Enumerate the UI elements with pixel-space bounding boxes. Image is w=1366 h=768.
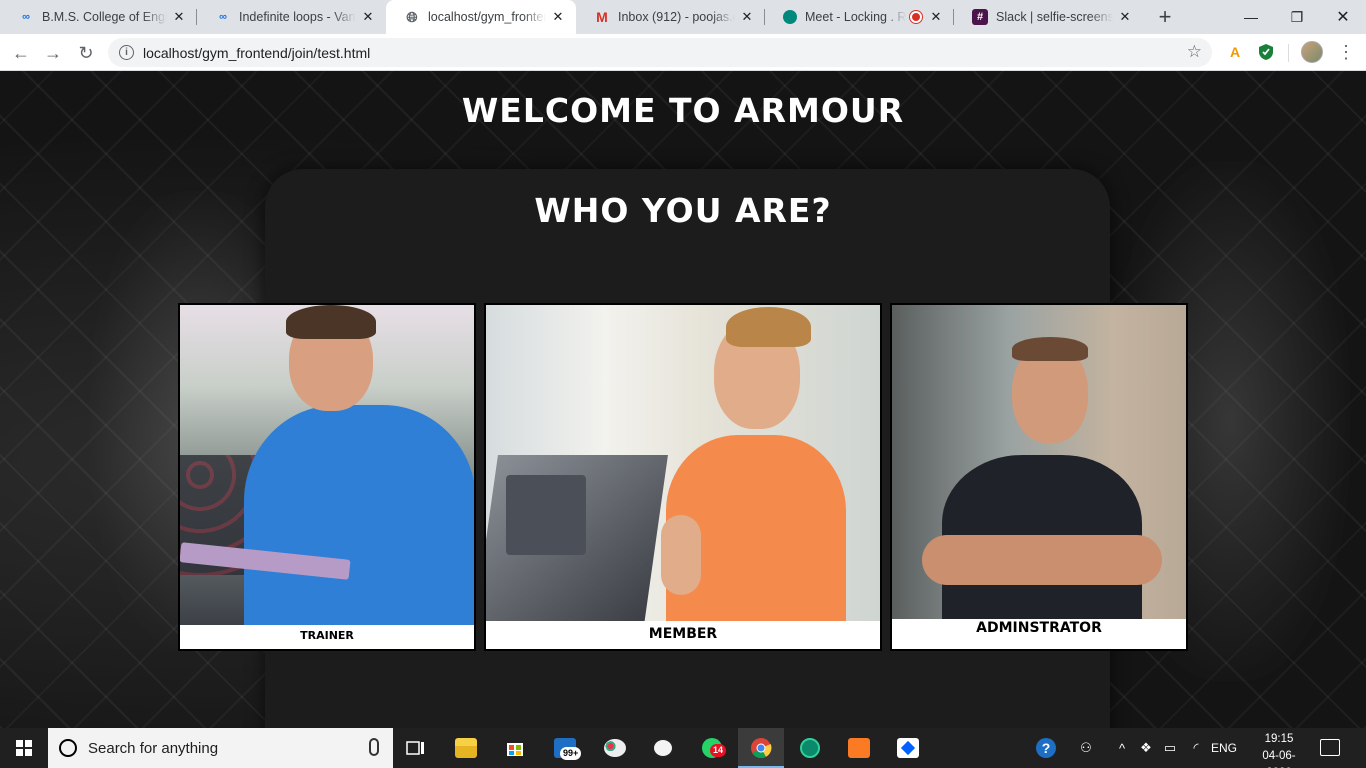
menu-icon[interactable]: ⋮ bbox=[1336, 40, 1356, 64]
tab-indefinite-loops[interactable]: ∞ Indefinite loops - Vanderbilt ✕ bbox=[197, 0, 386, 34]
paint-icon[interactable] bbox=[600, 734, 630, 762]
close-window-button[interactable]: ✕ bbox=[1320, 0, 1366, 34]
battery-icon[interactable]: ▭ bbox=[1160, 728, 1180, 768]
tab-slack[interactable]: # Slack | selfie-screenshot ✕ bbox=[954, 0, 1143, 34]
forward-button[interactable]: → bbox=[39, 39, 67, 67]
back-button[interactable]: ← bbox=[7, 39, 35, 67]
file-explorer-icon[interactable] bbox=[451, 734, 481, 762]
administrator-photo bbox=[892, 305, 1186, 625]
trainer-photo bbox=[180, 305, 474, 645]
store-icon[interactable] bbox=[500, 734, 530, 762]
page-viewport: WELCOME TO ARMOUR WHO YOU ARE? TRAINER M… bbox=[0, 71, 1366, 728]
tab-title: Slack | selfie-screenshot bbox=[996, 10, 1113, 24]
bookmark-star-icon[interactable]: ☆ bbox=[1187, 42, 1202, 62]
tab-strip: ∞ B.M.S. College of Engineering ✕ ∞ Inde… bbox=[0, 0, 1366, 34]
tab-title: Inbox (912) - poojas.cs18 bbox=[618, 10, 735, 24]
dropbox-tray-icon[interactable]: ❖ bbox=[1137, 728, 1155, 768]
wifi-icon[interactable]: ◜ bbox=[1186, 728, 1206, 768]
link-icon: ∞ bbox=[22, 11, 30, 23]
profile-avatar[interactable] bbox=[1301, 41, 1323, 63]
chrome-icon[interactable] bbox=[738, 728, 784, 768]
trainer-card[interactable]: TRAINER bbox=[178, 303, 476, 651]
close-tab-icon[interactable]: ✕ bbox=[1117, 9, 1133, 25]
tab-title: localhost/gym_frontend/join/test.html bbox=[428, 10, 546, 24]
globe-icon: 🌐︎ bbox=[406, 8, 418, 25]
windows-logo-icon bbox=[16, 740, 32, 756]
administrator-label: ADMINSTRATOR bbox=[892, 619, 1186, 649]
help-icon[interactable]: ? bbox=[1033, 728, 1059, 768]
tab-title: Indefinite loops - Vanderbilt bbox=[239, 10, 356, 24]
url-text: localhost/gym_frontend/join/test.html bbox=[143, 44, 371, 61]
dropbox-icon[interactable] bbox=[893, 734, 923, 762]
mail-badge: 99+ bbox=[560, 747, 582, 760]
close-tab-icon[interactable]: ✕ bbox=[928, 9, 944, 25]
shield-extension-icon[interactable] bbox=[1256, 42, 1276, 62]
clock-time: 19:15 bbox=[1264, 733, 1294, 745]
cortana-icon bbox=[59, 739, 77, 757]
close-tab-icon[interactable]: ✕ bbox=[739, 9, 755, 25]
taskbar-search[interactable]: Search for anything bbox=[48, 728, 393, 768]
xampp-icon[interactable] bbox=[844, 734, 874, 762]
address-bar[interactable]: i localhost/gym_frontend/join/test.html … bbox=[108, 38, 1212, 67]
start-button[interactable] bbox=[0, 728, 48, 768]
close-tab-icon[interactable]: ✕ bbox=[360, 9, 376, 25]
site-info-icon[interactable]: i bbox=[119, 45, 134, 60]
mail-icon[interactable]: 99+ bbox=[550, 734, 582, 762]
reload-button[interactable]: ↻ bbox=[72, 39, 100, 67]
close-tab-icon[interactable]: ✕ bbox=[171, 9, 187, 25]
whatsapp-badge: 14 bbox=[710, 744, 727, 757]
minimize-button[interactable]: — bbox=[1228, 0, 1274, 34]
whatsapp-icon[interactable]: 14 bbox=[697, 734, 727, 762]
clock-date: 04-06-2020 bbox=[1262, 750, 1296, 768]
tab-localhost[interactable]: 🌐︎ localhost/gym_frontend/join/test.html… bbox=[386, 0, 576, 34]
meet-icon bbox=[783, 10, 797, 24]
member-photo bbox=[486, 305, 880, 625]
tab-title: B.M.S. College of Engineering bbox=[42, 10, 167, 24]
trainer-label: TRAINER bbox=[180, 625, 474, 649]
clock[interactable]: 19:15 04-06-2020 bbox=[1256, 731, 1302, 768]
microphone-icon[interactable] bbox=[369, 738, 379, 756]
member-card[interactable]: MEMBER bbox=[484, 303, 882, 651]
tab-title: Meet - Locking . Re bbox=[805, 10, 906, 24]
link-icon: ∞ bbox=[219, 11, 227, 23]
search-placeholder: Search for anything bbox=[88, 739, 219, 757]
welcome-heading: WELCOME TO ARMOUR bbox=[461, 91, 905, 130]
slack-icon: # bbox=[972, 9, 988, 25]
new-tab-button[interactable]: + bbox=[1153, 4, 1177, 29]
people-icon[interactable]: ⚇ bbox=[1075, 728, 1097, 768]
acrobat-extension-icon[interactable]: A bbox=[1225, 42, 1245, 62]
action-center-icon[interactable] bbox=[1320, 739, 1340, 756]
administrator-card[interactable]: ADMINSTRATOR bbox=[890, 303, 1188, 651]
tab-gmail-inbox[interactable]: M Inbox (912) - poojas.cs18 ✕ bbox=[576, 0, 765, 34]
recording-icon bbox=[910, 11, 922, 23]
task-view-icon[interactable] bbox=[401, 734, 431, 762]
maps-pin-icon[interactable] bbox=[795, 734, 825, 762]
tab-bms-college[interactable]: ∞ B.M.S. College of Engineering ✕ bbox=[0, 0, 197, 34]
taskbar: Search for anything 99+ 14 ? ⚇ ^ ❖ ▭ ◜ E… bbox=[0, 728, 1366, 768]
language-indicator[interactable]: ENG bbox=[1210, 728, 1238, 768]
who-you-are-heading: WHO YOU ARE? bbox=[534, 191, 832, 230]
gmail-icon: M bbox=[596, 9, 608, 25]
browser-toolbar: ← → ↻ i localhost/gym_frontend/join/test… bbox=[0, 34, 1366, 71]
close-tab-icon[interactable]: ✕ bbox=[550, 9, 566, 25]
maximize-button[interactable]: ❐ bbox=[1274, 0, 1320, 34]
tab-meet[interactable]: Meet - Locking . Re ✕ bbox=[765, 0, 954, 34]
show-hidden-icons[interactable]: ^ bbox=[1114, 728, 1130, 768]
member-label: MEMBER bbox=[486, 621, 880, 649]
snip-tool-icon[interactable] bbox=[648, 734, 678, 762]
